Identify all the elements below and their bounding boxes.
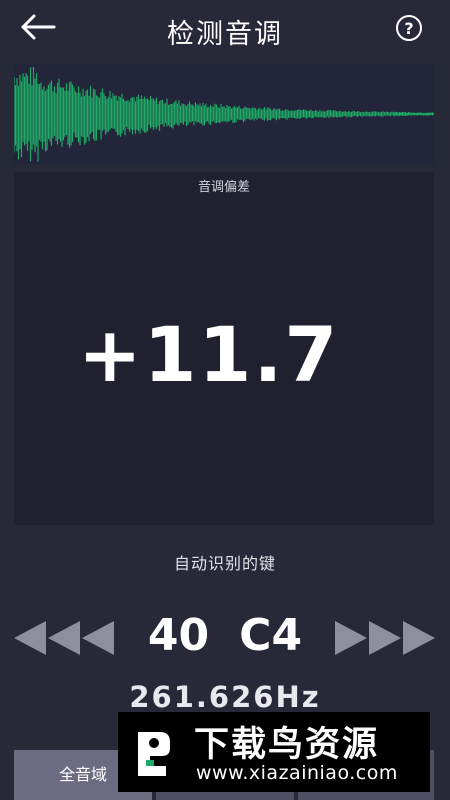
- bird-logo-icon: [138, 732, 170, 776]
- deviation-value: +11.7: [78, 310, 340, 399]
- watermark-url: www.xiazainiao.com: [196, 762, 398, 784]
- key-number: 40: [147, 610, 210, 661]
- triple-left-arrow-icon: [14, 621, 114, 655]
- pitch-detection-screen: 检测音调 ? 音调偏差 +11.7 自动识别的键 40 C4 261.626Hz…: [0, 0, 450, 800]
- question-circle-icon: ?: [396, 15, 422, 41]
- previous-key-button[interactable]: [14, 619, 116, 657]
- page-title: 检测音调: [167, 19, 283, 50]
- svg-text:?: ?: [404, 19, 413, 38]
- next-key-button[interactable]: [333, 619, 435, 657]
- app-header: 检测音调 ?: [0, 0, 450, 62]
- help-button[interactable]: ?: [395, 14, 423, 42]
- detected-key: 40 C4: [130, 610, 320, 670]
- audio-waveform: [13, 64, 434, 164]
- triple-right-arrow-icon: [335, 621, 435, 655]
- deviation-label: 音调偏差: [197, 180, 250, 195]
- watermark-title: 下载鸟资源: [194, 725, 380, 765]
- key-note: C4: [239, 610, 303, 661]
- auto-detect-label: 自动识别的键: [173, 554, 276, 573]
- watermark-overlay: 下载鸟资源 www.xiazainiao.com: [118, 712, 430, 792]
- pitch-deviation-panel: 音调偏差 +11.7: [14, 172, 434, 525]
- frequency-readout: 261.626Hz: [129, 680, 321, 714]
